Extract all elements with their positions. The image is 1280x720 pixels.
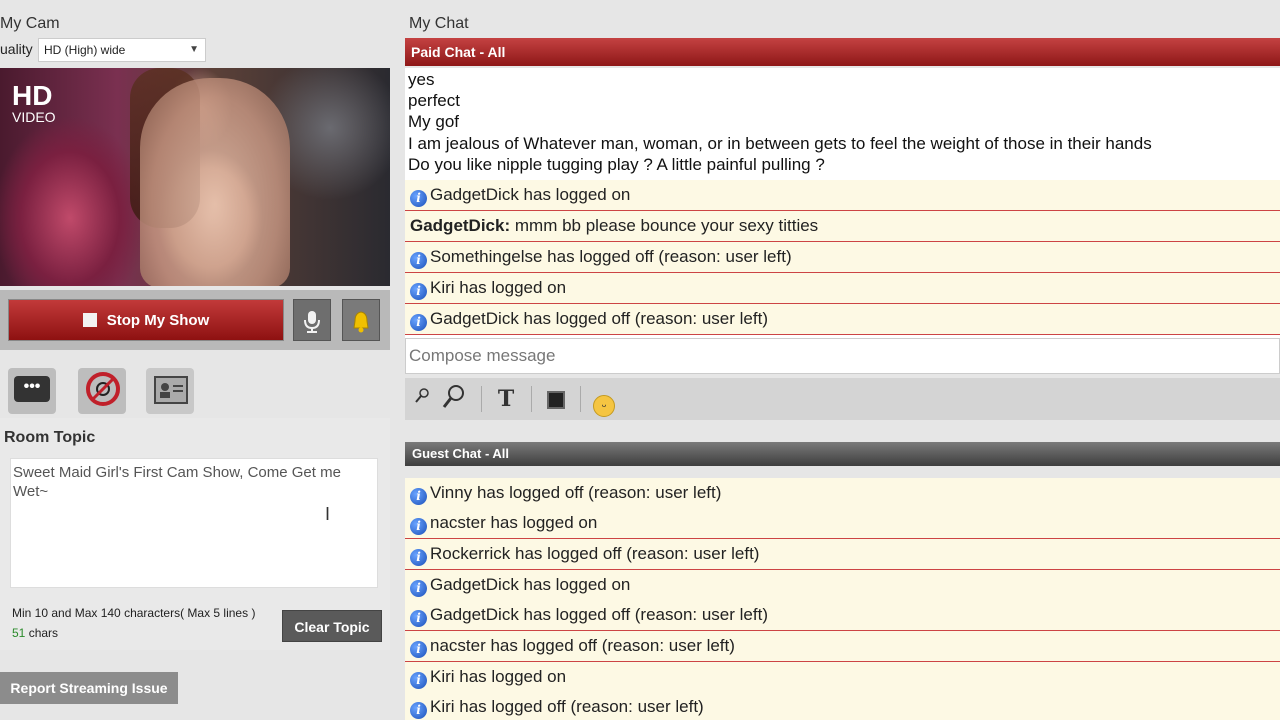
system-notice: i Rockerrick has logged off (reason: user…: [405, 539, 1280, 570]
message-sender[interactable]: GadgetDick:: [410, 216, 510, 235]
text-color-button[interactable]: [543, 384, 569, 414]
info-icon: i: [410, 702, 427, 719]
system-notice: i Kiri has logged on: [405, 662, 1280, 693]
toolbar-divider: [481, 386, 482, 412]
bell-button[interactable]: [342, 299, 380, 341]
toolbar-divider: [531, 386, 532, 412]
system-notice: i GadgetDick has logged off (reason: user…: [405, 600, 1280, 631]
toolbar-divider: [580, 386, 581, 412]
emoji-icon: ᵕ: [593, 395, 615, 417]
compose-toolbar: T ᵕ: [405, 378, 1280, 420]
notice-text: Kiri has logged on: [430, 667, 567, 686]
notice-text: nacster has logged off (reason: user lef…: [430, 636, 735, 655]
zoom-in-button[interactable]: [439, 384, 467, 414]
system-notice: i Vinny has logged off (reason: user left…: [405, 478, 1280, 509]
emoji-button[interactable]: ᵕ: [591, 384, 617, 417]
notice-text: GadgetDick has logged on: [430, 575, 631, 594]
chat-mode-button[interactable]: •••: [8, 368, 56, 414]
notice-text: Rockerrick has logged off (reason: user …: [430, 544, 760, 563]
chat-message: Do you like nipple tugging play ? A litt…: [408, 155, 825, 174]
notice-text: GadgetDick has logged off (reason: user …: [430, 309, 768, 328]
hd-video-badge: HD VIDEO: [12, 80, 56, 125]
room-topic-heading: Room Topic: [4, 429, 96, 446]
guest-chat-header[interactable]: Guest Chat - All: [405, 442, 1280, 466]
profile-card-button[interactable]: [146, 368, 194, 414]
microphone-icon: [304, 310, 320, 333]
char-count-suffix: chars: [28, 626, 59, 640]
no-camera-icon: [86, 372, 120, 406]
stop-show-label: Stop My Show: [106, 312, 210, 329]
quality-label: uality: [0, 41, 33, 57]
info-icon: i: [410, 580, 427, 597]
zoom-out-icon: [415, 388, 429, 403]
system-notice: i Kiri has logged on: [405, 273, 1280, 304]
info-icon: i: [410, 314, 427, 331]
text-format-button[interactable]: T: [493, 384, 519, 414]
info-icon: i: [410, 610, 427, 627]
video-subject: [140, 78, 290, 286]
notice-text: Somethingelse has logged off (reason: us…: [430, 247, 792, 266]
info-icon: i: [410, 641, 427, 658]
system-notice: i GadgetDick has logged on: [405, 570, 1280, 601]
chat-message: GadgetDick: mmm bb please bounce your se…: [405, 211, 1280, 242]
text-cursor-icon: I: [325, 504, 331, 524]
chat-bubble-icon: •••: [14, 376, 50, 402]
report-streaming-issue-button[interactable]: Report Streaming Issue: [0, 672, 178, 704]
bell-icon: [353, 311, 369, 333]
paid-chat-log: yes perfect My gof I am jealous of Whate…: [405, 68, 1280, 338]
notice-text: Kiri has logged off (reason: user left): [430, 697, 704, 716]
room-topic-char-count: 51 chars: [12, 626, 58, 640]
zoom-out-button[interactable]: [413, 384, 431, 414]
guest-chat-log: i Vinny has logged off (reason: user left…: [405, 478, 1280, 720]
chat-message: perfect: [408, 91, 460, 110]
hd-badge-sub: VIDEO: [12, 109, 56, 125]
quality-select[interactable]: HD (High) wide ▼: [38, 38, 206, 62]
info-icon: i: [410, 518, 427, 535]
char-count-value: 51: [12, 626, 26, 640]
system-notice: i GadgetDick has logged on: [405, 180, 1280, 211]
system-notice: i GadgetDick has logged off (reason: user…: [405, 304, 1280, 335]
system-notice: i nacster has logged off (reason: user le…: [405, 631, 1280, 662]
compose-message-input[interactable]: Compose message: [405, 338, 1280, 374]
my-cam-title: My Cam: [0, 15, 60, 32]
room-topic-input[interactable]: Sweet Maid Girl's First Cam Show, Come G…: [10, 458, 378, 588]
chat-message: My gof: [408, 112, 460, 131]
profile-card-icon: [154, 376, 188, 404]
system-notice: i Somethingelse has logged off (reason: u…: [405, 242, 1280, 273]
info-icon: i: [410, 283, 427, 300]
my-chat-title: My Chat: [409, 15, 469, 32]
paid-chat-header[interactable]: Paid Chat - All: [405, 38, 1280, 66]
info-icon: i: [410, 190, 427, 207]
info-icon: i: [410, 252, 427, 269]
chevron-down-icon: ▼: [189, 44, 199, 55]
system-notice: i Kiri has logged off (reason: user left): [405, 692, 1280, 720]
info-icon: i: [410, 672, 427, 689]
show-controls: Stop My Show: [0, 290, 390, 350]
notice-text: Vinny has logged off (reason: user left): [430, 483, 722, 502]
hd-badge-text: HD: [12, 80, 53, 111]
notice-text: Kiri has logged on: [430, 278, 567, 297]
info-icon: i: [410, 488, 427, 505]
info-icon: i: [410, 549, 427, 566]
notice-text: GadgetDick has logged on: [430, 185, 631, 204]
system-notice: i nacster has logged on: [405, 508, 1280, 539]
cam-video-preview: HD VIDEO: [0, 68, 390, 286]
message-text: mmm bb please bounce your sexy titties: [514, 216, 819, 235]
notice-text: nacster has logged on: [430, 513, 598, 532]
zoom-in-icon: [442, 385, 464, 408]
room-topic-hint: Min 10 and Max 140 characters( Max 5 lin…: [12, 606, 256, 620]
clear-topic-button[interactable]: Clear Topic: [282, 610, 382, 642]
stop-icon: [82, 313, 97, 327]
color-swatch-icon: [547, 391, 565, 409]
stop-show-button[interactable]: Stop My Show: [8, 299, 284, 341]
private-cam-button[interactable]: [78, 368, 126, 414]
notice-text: GadgetDick has logged off (reason: user …: [430, 605, 768, 624]
text-format-icon: T: [497, 386, 515, 412]
quality-select-value: HD (High) wide: [44, 43, 126, 57]
microphone-button[interactable]: [293, 299, 331, 341]
chat-message: I am jealous of Whatever man, woman, or …: [408, 134, 1152, 153]
room-topic-panel: Room Topic Sweet Maid Girl's First Cam S…: [0, 418, 390, 650]
chat-message: yes: [408, 70, 435, 89]
